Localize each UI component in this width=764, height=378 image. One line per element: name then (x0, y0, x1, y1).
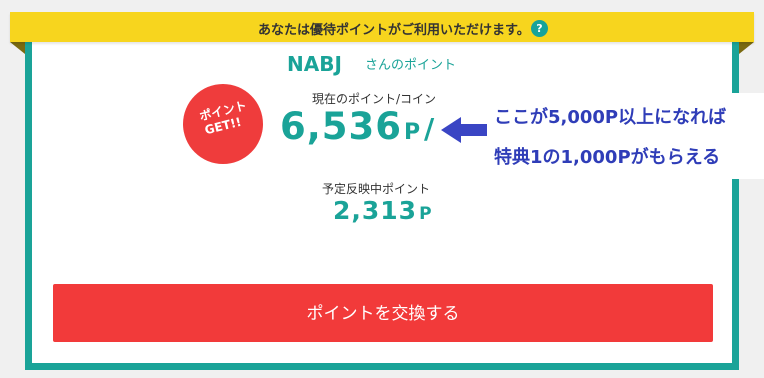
annotation-line-2: 特典1の1,000Pがもらえる (494, 147, 721, 168)
user-name: NABJ (287, 52, 342, 76)
banner-text: あなたは優待ポイントがご利用いただけます。 (258, 23, 530, 38)
help-icon[interactable]: ? (531, 20, 548, 37)
current-points-value: 6,536P (280, 105, 421, 148)
banner-fold-left (10, 42, 25, 54)
pending-points-value: 2,313 P (333, 196, 433, 225)
current-points-unit: P (404, 120, 422, 145)
annotation-line-1: ここが5,000P以上になれば (494, 107, 727, 128)
left-arrow-icon (441, 117, 487, 143)
annotation-note: ここが5,000P以上になれば 特典1の1,000Pがもらえる (488, 93, 764, 179)
pending-points-unit: P (419, 204, 433, 224)
pending-points-label: 予定反映中ポイント (322, 182, 431, 196)
pending-points-number: 2,313 (333, 196, 418, 225)
banner-fold-right (739, 42, 754, 54)
exchange-points-button[interactable]: ポイントを交換する (53, 284, 713, 342)
points-separator: / (424, 112, 435, 145)
user-points-label: さんのポイント (365, 58, 457, 73)
points-get-badge: ポイント GET!! (183, 84, 263, 164)
current-points-number: 6,536 (280, 105, 403, 148)
eligibility-banner: あなたは優待ポイントがご利用いただけます。 ? (10, 12, 754, 42)
